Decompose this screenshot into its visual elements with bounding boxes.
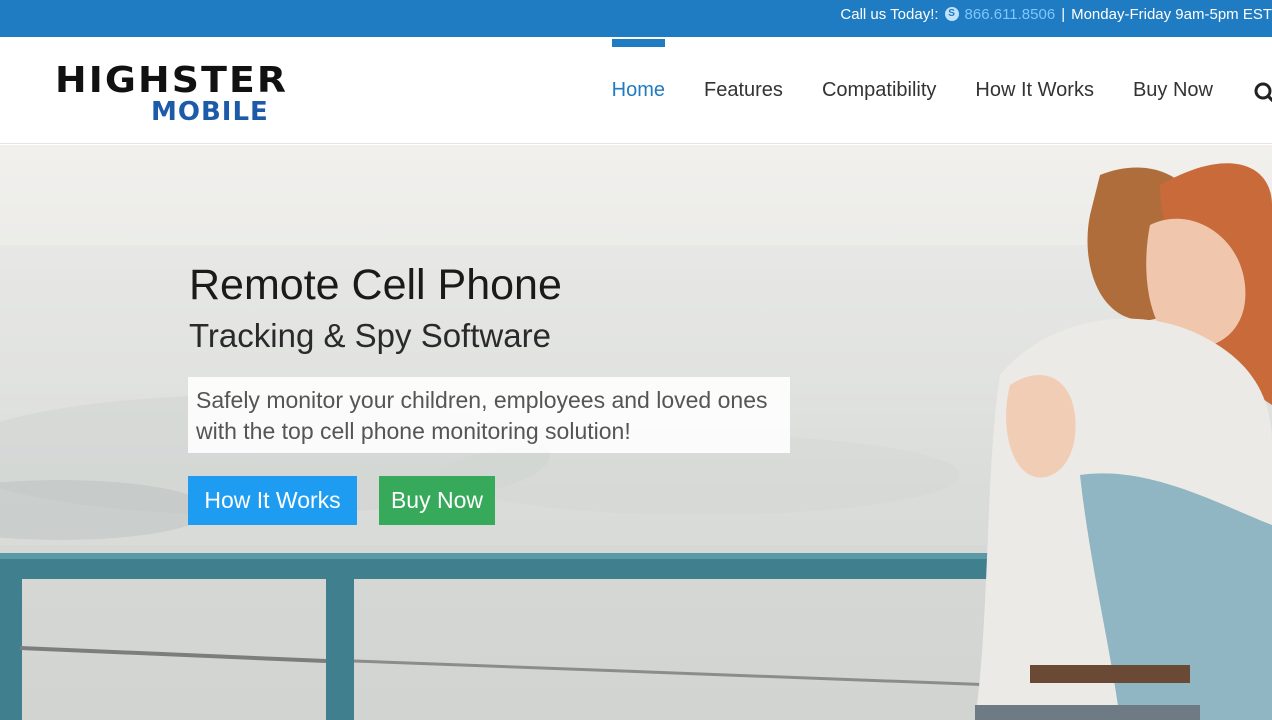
how-it-works-button[interactable]: How It Works [188,476,357,525]
hero-banner: Remote Cell Phone Tracking & Spy Softwar… [0,145,1272,720]
contact-info: Call us Today!: S 866.611.8506 | Monday-… [840,4,1272,24]
call-us-label: Call us Today!: [840,5,939,23]
buy-now-button[interactable]: Buy Now [379,476,495,525]
site-logo[interactable]: HIGHSTER MOBILE [55,61,295,131]
nav-item-how-it-works[interactable]: How It Works [975,37,1094,144]
phone-number-link[interactable]: 866.611.8506 [965,6,1056,23]
hero-title: Remote Cell Phone [189,261,562,309]
nav-item-home[interactable]: Home [611,37,666,144]
nav-item-features[interactable]: Features [704,37,783,144]
logo-wordmark-top: HIGHSTER [55,60,289,101]
site-header: HIGHSTER MOBILE Home Features Compatibil… [0,37,1272,144]
skype-icon: S [944,7,959,21]
nav-item-compatibility[interactable]: Compatibility [822,37,936,144]
nav-item-buy-now[interactable]: Buy Now [1133,37,1213,144]
logo-wordmark-bottom: MOBILE [151,97,269,127]
separator: | [1061,5,1066,23]
hero-subtitle: Tracking & Spy Software [189,317,551,354]
hero-description: Safely monitor your children, employees … [188,377,790,453]
business-hours: Monday-Friday 9am-5pm EST [1071,5,1272,23]
search-icon[interactable] [1252,37,1272,144]
main-nav: Home Features Compatibility How It Works… [611,37,1272,144]
top-contact-bar: Call us Today!: S 866.611.8506 | Monday-… [0,0,1272,37]
